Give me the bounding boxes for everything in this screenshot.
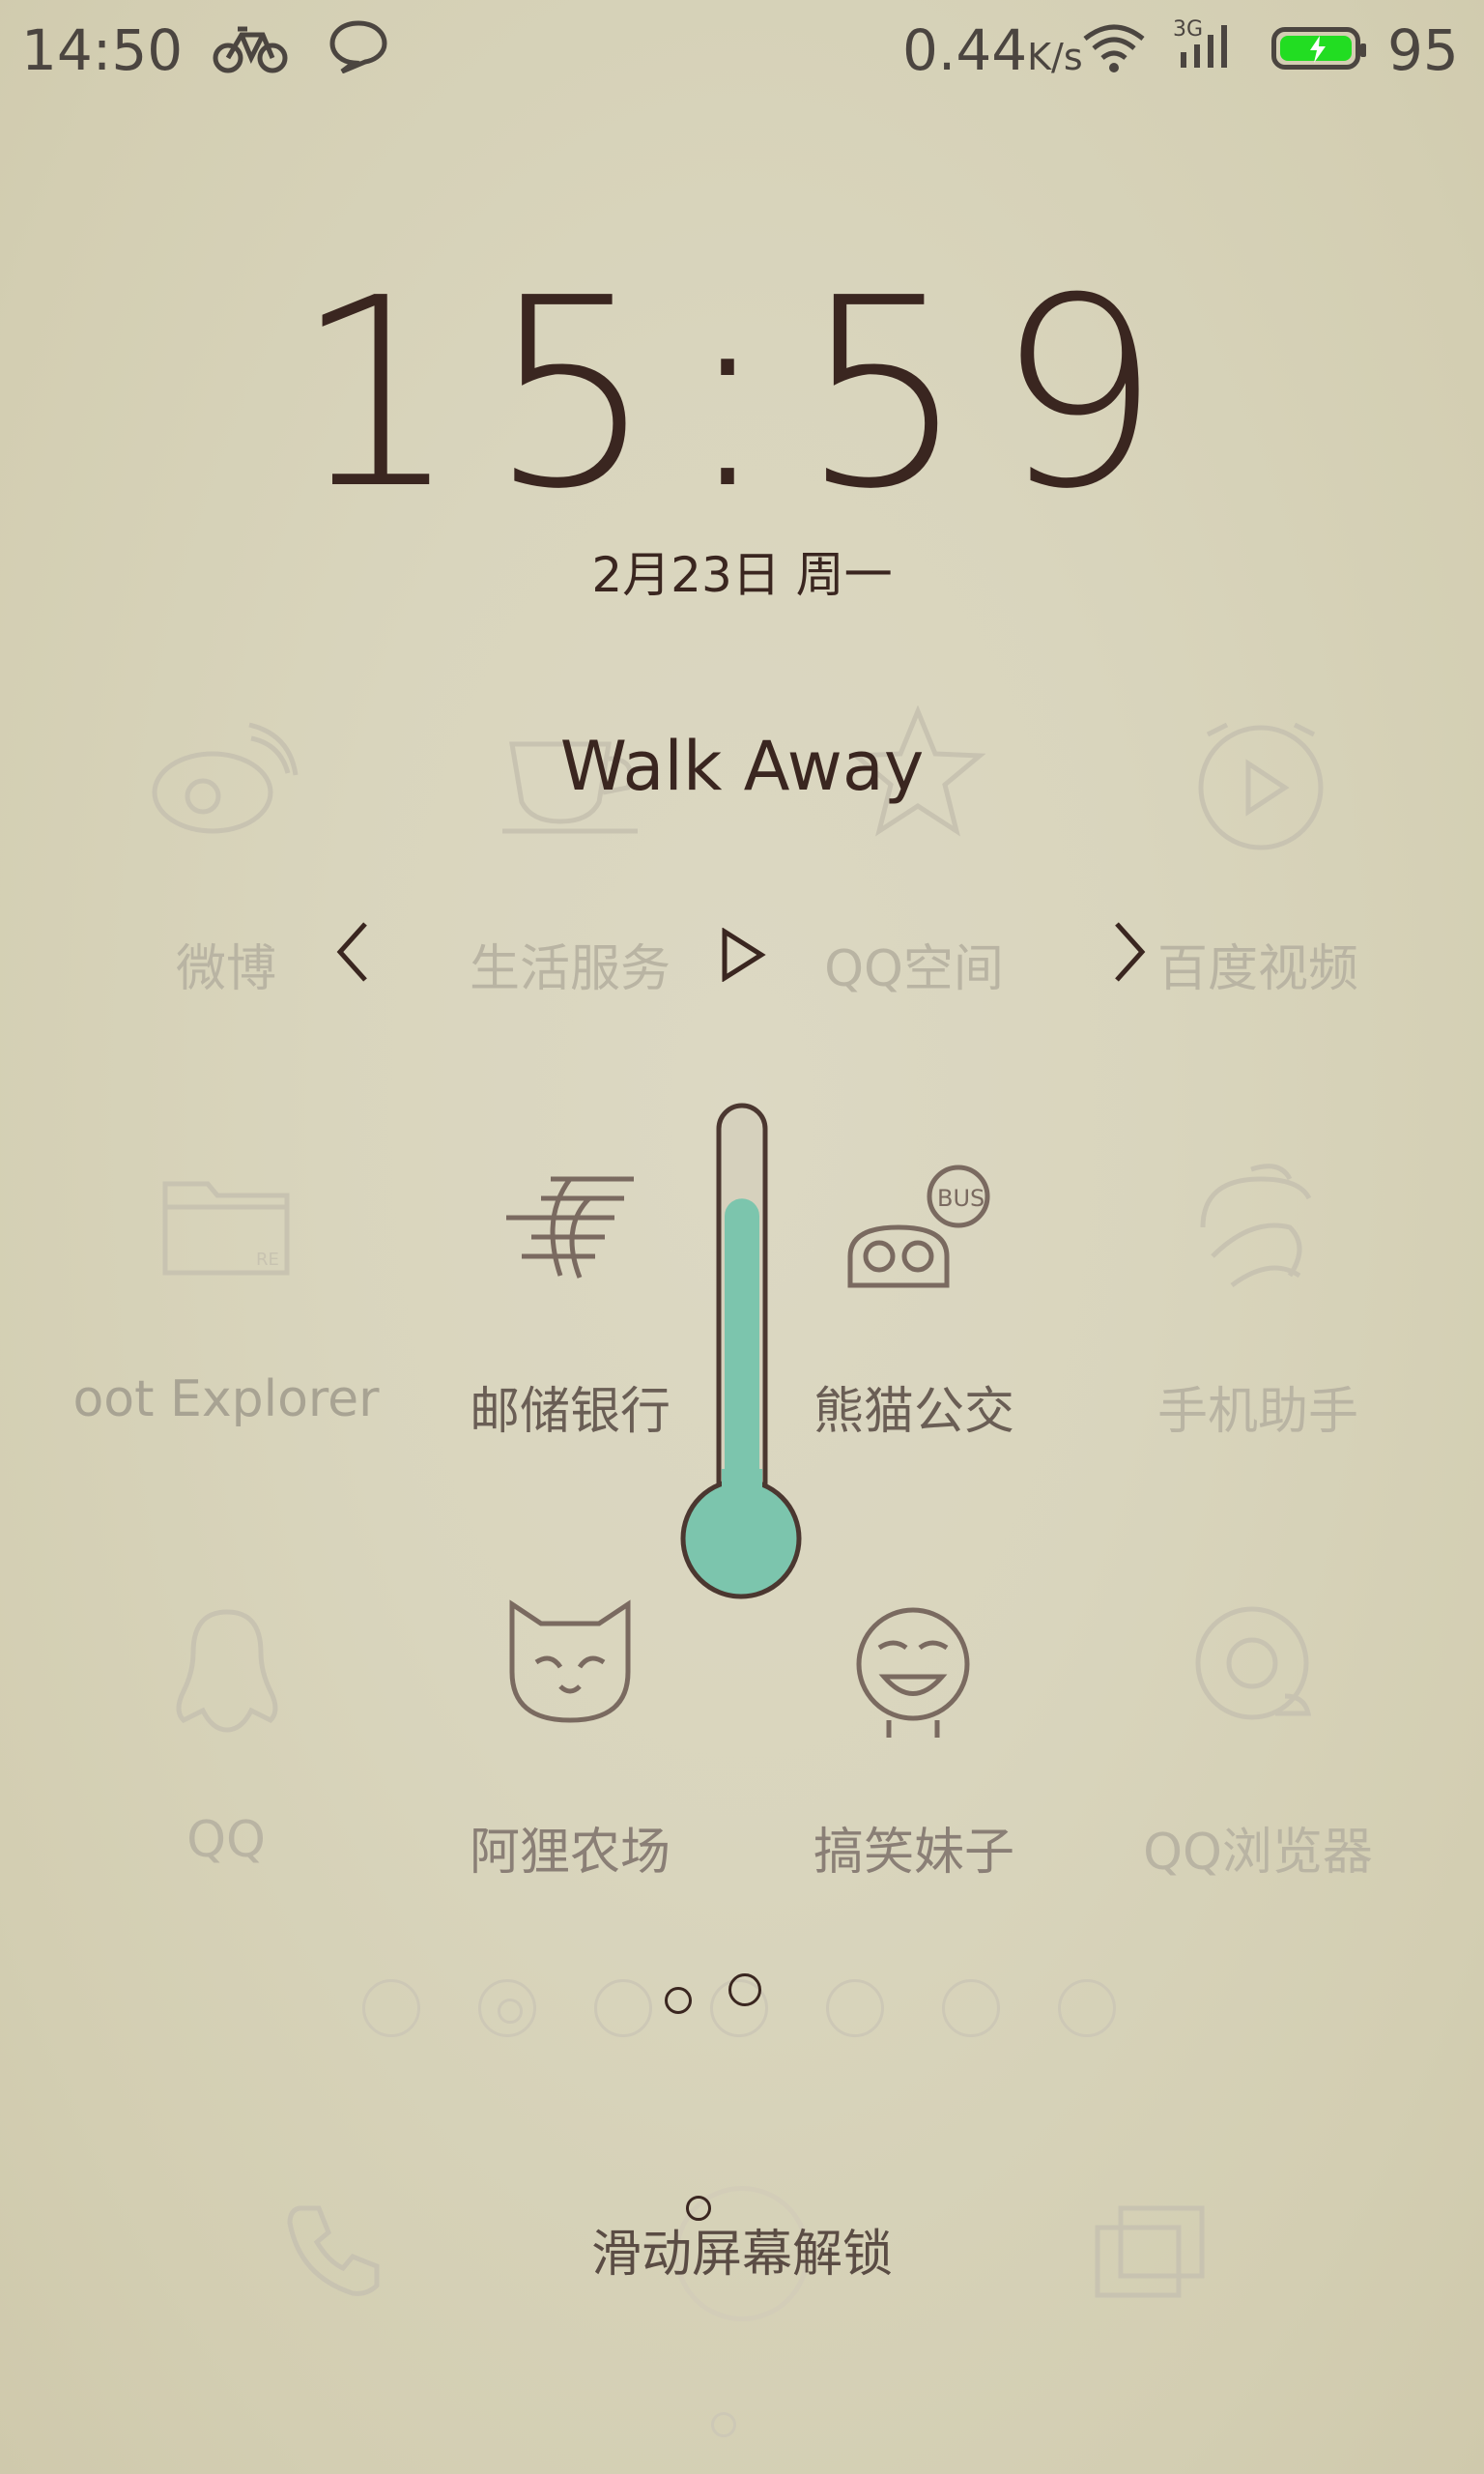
battery-level: 95 [1387, 17, 1459, 83]
song-title: Walk Away [559, 727, 925, 806]
app-label-phone-assistant: 手机助手 [1156, 1383, 1358, 1441]
net-speed: 0.44K/s [902, 17, 1083, 83]
battery-charging-icon [1271, 27, 1366, 70]
unlock-hint: 滑动屏幕解锁 [590, 2226, 893, 2284]
page-indicator[interactable] [362, 1979, 420, 2037]
wifi-icon [1080, 21, 1148, 79]
next-icon[interactable] [1111, 918, 1150, 990]
page-indicator-active[interactable] [478, 1979, 536, 2037]
page-indicator[interactable] [1058, 1979, 1116, 2037]
play-icon[interactable] [719, 927, 767, 986]
signal-icon: 3G [1173, 17, 1241, 79]
app-label-life-service: 生活服务 [469, 940, 671, 998]
qq-penguin-icon[interactable] [164, 1604, 290, 1743]
page-indicator[interactable] [594, 1979, 652, 2037]
net-speed-unit: K/s [1027, 36, 1083, 78]
qq-browser-icon[interactable] [1188, 1599, 1324, 1739]
home-dot [711, 2412, 736, 2437]
signal-type: 3G [1173, 17, 1204, 42]
chat-bubble-icon [328, 19, 388, 77]
thermometer [676, 1102, 807, 1608]
phone-assistant-icon[interactable] [1193, 1160, 1319, 1299]
status-time: 14:50 [21, 17, 184, 83]
app-label-ali-farm: 阿狸农场 [469, 1824, 671, 1882]
folder-icon[interactable]: RE [159, 1174, 295, 1284]
app-label-qq: QQ [186, 1811, 266, 1869]
fox-icon[interactable] [498, 1595, 642, 1734]
panda-bus-icon[interactable]: BUS [841, 1160, 995, 1299]
net-speed-value: 0.44 [902, 17, 1028, 83]
postal-bank-icon[interactable] [502, 1169, 638, 1289]
app-label-root-explorer: oot Explorer [72, 1370, 380, 1428]
bicycle-icon [213, 21, 290, 79]
svg-text:RE: RE [256, 1250, 279, 1270]
page-indicator[interactable] [826, 1979, 884, 2037]
lock-date: 2月23日 周一 [591, 547, 893, 603]
page-indicator[interactable] [942, 1979, 1000, 2037]
bus-badge: BUS [937, 1185, 985, 1212]
touch-ring [728, 1973, 761, 2006]
funny-girl-icon[interactable] [841, 1595, 985, 1743]
prev-icon[interactable] [332, 918, 371, 990]
lock-clock: 15:59 [293, 242, 1191, 546]
app-label-funny-girl: 搞笑妹子 [813, 1824, 1014, 1882]
app-label-qq-browser: QQ浏览器 [1143, 1824, 1373, 1882]
touch-ring [665, 1987, 692, 2014]
app-label-qzone: QQ空间 [824, 940, 1004, 998]
